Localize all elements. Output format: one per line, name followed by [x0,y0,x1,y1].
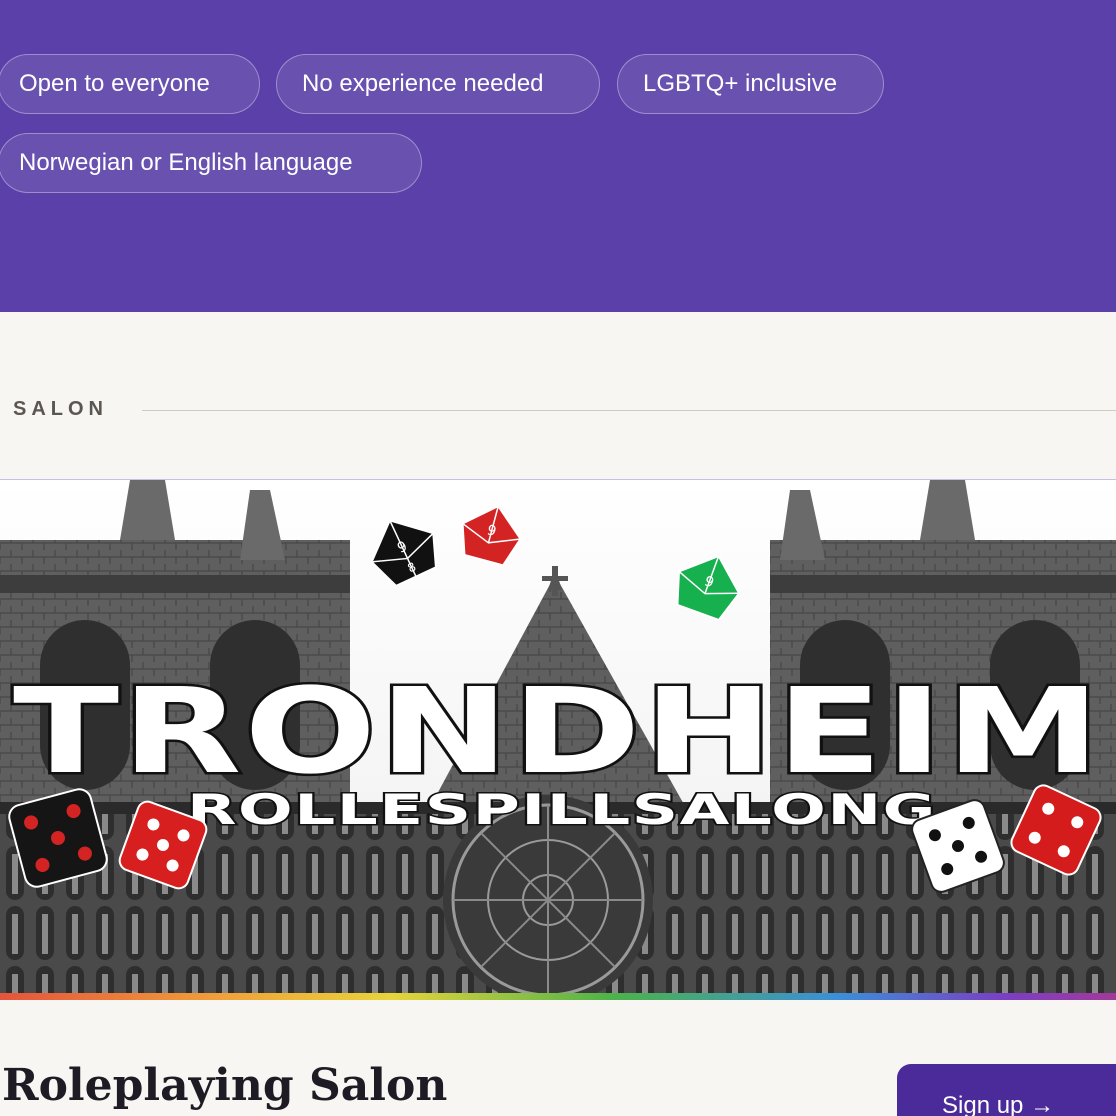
page: Open to everyone No experience needed LG… [0,0,1116,1116]
section-eyebrow: SALON [13,398,108,420]
tag-pill: No experience needed [276,54,600,114]
tag-pill: Norwegian or English language [0,133,422,193]
event-banner-image: TRONDHEIM ROLLESPILLSALONG 9 8 9 9 [0,480,1116,993]
banner-headline: TRONDHEIM [13,662,1103,800]
banner-subheadline: ROLLESPILLSALONG [187,785,937,834]
event-title: Roleplaying Salon [2,1060,448,1111]
hero-band: Open to everyone No experience needed LG… [0,0,1116,312]
section-header: SALON [0,312,1116,480]
tag-pill: Open to everyone [0,54,260,114]
tag-pill: LGBTQ+ inclusive [617,54,884,114]
rainbow-accent-bar [0,993,1116,1000]
sign-up-button[interactable]: Sign up → [897,1064,1116,1116]
divider [142,410,1116,411]
